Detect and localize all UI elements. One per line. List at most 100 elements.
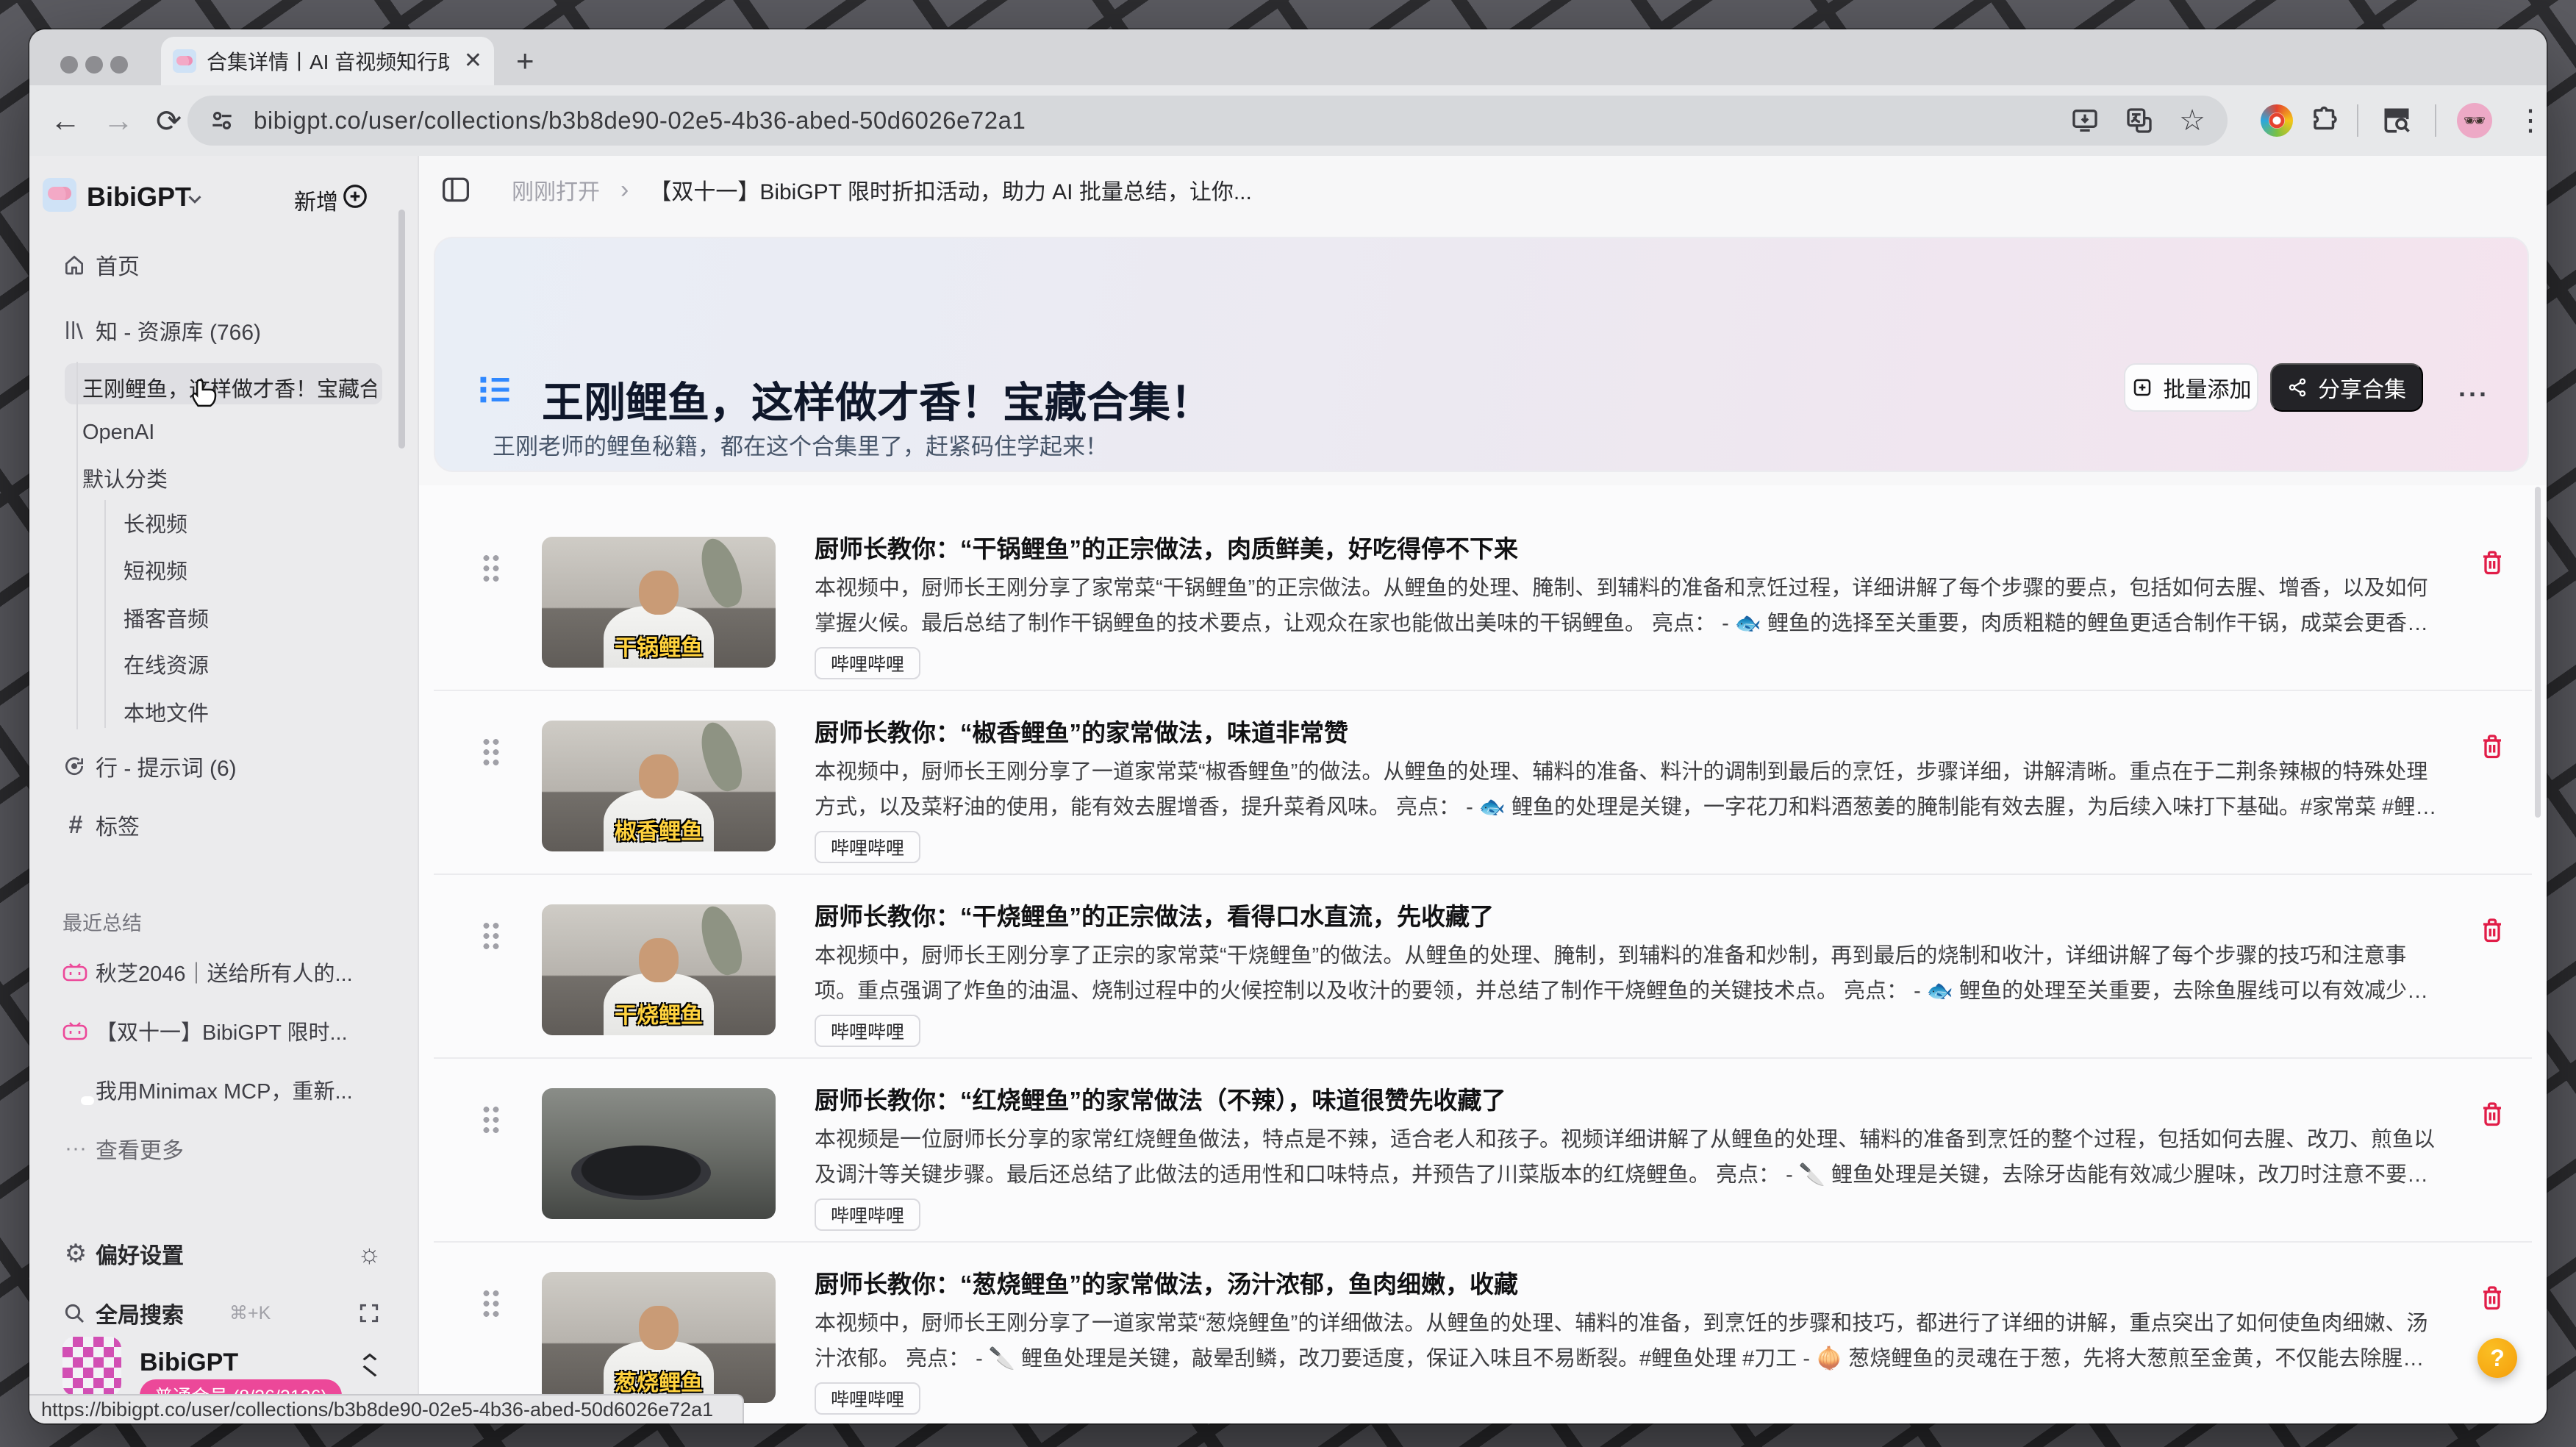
preferences-button[interactable]: ⚙ 偏好设置 ☼ [29,1232,418,1276]
bookmark-star-icon[interactable]: ☆ [2179,104,2205,137]
url-text[interactable]: bibigpt.co/user/collections/b3b8de90-02e… [254,107,1026,135]
forward-icon[interactable]: → [103,85,134,156]
item-title[interactable]: 厨师长教你：“干锅鲤鱼”的正宗做法，肉质鲜美，好吃得停不下来 [815,529,1518,565]
sidebar-item-home[interactable]: 首页 [29,243,418,287]
chevron-up-down-icon[interactable] [357,1350,382,1382]
chevron-down-icon[interactable] [184,188,206,210]
ellipsis-icon: ··· [62,1136,89,1161]
drag-handle-icon[interactable] [482,553,501,582]
browser-window: 合集详情丨AI 音视频知行助理: ✕ + ← → ⟳ bibigpt.co/us… [29,29,2547,1423]
drag-handle-icon[interactable] [482,737,501,766]
delete-item-icon[interactable] [2479,732,2505,762]
collection-item-list: 干锅鲤鱼 厨师长教你：“干锅鲤鱼”的正宗做法，肉质鲜美，好吃得停不下来 本视频中… [419,485,2547,1423]
breadcrumb-recent[interactable]: 刚刚打开 [512,174,600,206]
sidebar-item-default-category[interactable]: 默认分类 [29,456,418,500]
thumbnail-caption: 葱烧鲤鱼 [542,1365,776,1397]
recent-item[interactable]: 我用Minimax MCP，重新... [29,1068,418,1112]
delete-item-icon[interactable] [2479,549,2505,578]
sidebar-item-long-video[interactable]: 长视频 [29,501,418,545]
sidebar-scrollbar[interactable] [398,210,405,449]
expand-icon[interactable] [357,1301,381,1325]
sidebar-item-library[interactable]: 知 - 资源库 (766) [29,308,418,352]
theme-sun-icon[interactable]: ☼ [357,1238,382,1269]
item-title[interactable]: 厨师长教你：“葱烧鲤鱼”的家常做法，汤汁浓郁，鱼肉细嫩，收藏 [815,1265,1518,1300]
tab-search-icon[interactable] [2380,85,2413,156]
batch-add-button[interactable]: 批量添加 [2124,363,2258,412]
search-icon [62,1301,89,1325]
delete-item-icon[interactable] [2479,916,2505,946]
profile-avatar[interactable]: 🕶 [2457,85,2492,156]
toolbar-divider [2435,104,2436,137]
sidebar-toggle-icon[interactable] [441,176,471,203]
install-app-icon[interactable] [2070,106,2100,135]
translate-icon[interactable] [2125,106,2154,135]
collection-title: 王刚鲤鱼，这样做才香！宝藏合集！ [542,369,1212,429]
extensions-puzzle-icon[interactable] [2310,85,2341,156]
gear-icon: ⚙ [62,1239,89,1268]
new-button[interactable]: 新增 [294,184,338,216]
new-tab-button[interactable]: + [516,46,534,76]
sidebar-item-online-resource[interactable]: 在线资源 [29,642,418,686]
window-minimize-button[interactable] [85,56,103,74]
back-icon[interactable]: ← [50,85,81,156]
video-thumbnail[interactable] [542,1088,776,1219]
help-button[interactable]: ? [2477,1338,2517,1378]
item-title[interactable]: 厨师长教你：“椒香鲤鱼”的家常做法，味道非常赞 [815,713,1348,748]
extension-pinned-icon[interactable] [2261,85,2293,156]
add-circle-icon[interactable] [341,182,369,210]
bilibili-icon [62,1021,89,1040]
browser-toolbar: ← → ⟳ bibigpt.co/user/collections/b3b8de… [29,85,2547,156]
account-avatar[interactable] [62,1337,121,1396]
reload-icon[interactable]: ⟳ [156,85,182,156]
drag-handle-icon[interactable] [482,921,501,950]
thumbnail-caption: 干锅鲤鱼 [542,629,776,662]
video-thumbnail[interactable]: 葱烧鲤鱼 [542,1272,776,1403]
view-more-button[interactable]: ··· 查看更多 [29,1126,418,1171]
source-badge: 哔哩哔哩 [815,831,920,863]
breadcrumb-current[interactable]: 【双十一】BibiGPT 限时折扣活动，助力 AI 批量总结，让你... [649,174,1252,206]
workspace-name[interactable]: BibiGPT [87,182,191,212]
item-title[interactable]: 厨师长教你：“干烧鲤鱼”的正宗做法，看得口水直流，先收藏了 [815,897,1494,932]
source-badge: 哔哩哔哩 [815,1382,920,1415]
main-content: 刚刚打开 › 【双十一】BibiGPT 限时折扣活动，助力 AI 批量总结，让你… [419,156,2547,1423]
thumbnail-caption: 椒香鲤鱼 [542,813,776,846]
tab-close-icon[interactable]: ✕ [464,50,482,72]
list-item[interactable]: 干烧鲤鱼 厨师长教你：“干烧鲤鱼”的正宗做法，看得口水直流，先收藏了 本视频中，… [434,875,2532,1059]
item-description: 本视频是一位厨师长分享的家常红烧鲤鱼做法，特点是不辣，适合老人和孩子。视频详细讲… [815,1122,2441,1193]
drag-handle-icon[interactable] [482,1288,501,1318]
breadcrumb-separator-icon: › [620,176,629,204]
account-name[interactable]: BibiGPT [140,1348,238,1377]
drag-handle-icon[interactable] [482,1104,501,1134]
list-item[interactable]: 干锅鲤鱼 厨师长教你：“干锅鲤鱼”的正宗做法，肉质鲜美，好吃得停不下来 本视频中… [434,507,2532,691]
browser-tab[interactable]: 合集详情丨AI 音视频知行助理: ✕ [161,37,494,85]
site-settings-icon[interactable] [208,107,236,135]
delete-item-icon[interactable] [2479,1100,2505,1129]
more-actions-button[interactable]: ... [2458,372,2489,403]
sidebar-item-podcast-audio[interactable]: 播客音频 [29,596,418,640]
list-item[interactable]: 厨师长教你：“红烧鲤鱼”的家常做法（不辣），味道很赞先收藏了 本视频是一位厨师长… [434,1059,2532,1243]
address-bar[interactable]: bibigpt.co/user/collections/b3b8de90-02e… [187,96,2228,146]
sidebar-item-tags[interactable]: # 标签 [29,803,418,847]
window-zoom-button[interactable] [110,56,128,74]
item-title[interactable]: 厨师长教你：“红烧鲤鱼”的家常做法（不辣），味道很赞先收藏了 [815,1081,1506,1116]
share-collection-button[interactable]: 分享合集 [2270,363,2423,412]
video-thumbnail[interactable]: 干烧鲤鱼 [542,904,776,1035]
list-item[interactable]: 葱烧鲤鱼 厨师长教你：“葱烧鲤鱼”的家常做法，汤汁浓郁，鱼肉细嫩，收藏 本视频中… [434,1243,2532,1423]
sidebar-item-short-video[interactable]: 短视频 [29,548,418,592]
delete-item-icon[interactable] [2479,1284,2505,1313]
global-search-button[interactable]: 全局搜索 ⌘+K [29,1291,418,1335]
source-badge: 哔哩哔哩 [815,647,920,679]
main-scrollbar[interactable] [2535,487,2541,818]
sidebar-item-openai[interactable]: OpenAI [29,410,418,454]
sidebar-item-prompts[interactable]: 行 - 提示词 (6) [29,744,418,788]
window-close-button[interactable] [60,56,78,74]
list-item[interactable]: 椒香鲤鱼 厨师长教你：“椒香鲤鱼”的家常做法，味道非常赞 本视频中，厨师长王刚分… [434,691,2532,875]
recent-item[interactable]: 【双十一】BibiGPT 限时... [29,1009,418,1053]
source-badge: 哔哩哔哩 [815,1198,920,1231]
video-thumbnail[interactable]: 干锅鲤鱼 [542,537,776,668]
sidebar-item-local-file[interactable]: 本地文件 [29,690,418,734]
video-thumbnail[interactable]: 椒香鲤鱼 [542,721,776,851]
selected-collection-label[interactable]: 王刚鲤鱼，这样做才香！宝藏合集！ [82,372,376,403]
browser-menu-icon[interactable]: ⋮ [2516,85,2545,156]
recent-item[interactable]: 秋芝2046｜送给所有人的... [29,950,418,994]
